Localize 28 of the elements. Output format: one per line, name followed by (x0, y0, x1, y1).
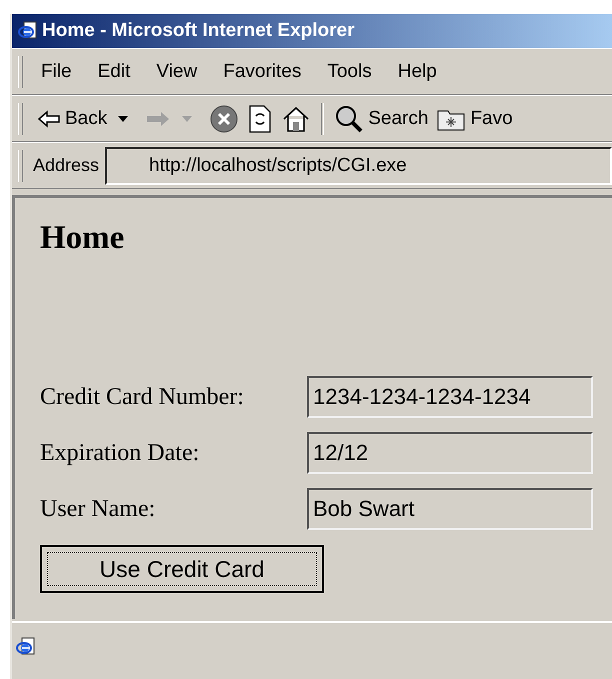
caret-icon[interactable] (117, 114, 130, 122)
menu-item[interactable]: Tools (319, 58, 380, 84)
menu-item[interactable]: Favorites (215, 58, 310, 84)
address-field[interactable]: http://localhost/scripts/CGI.exe (105, 146, 612, 184)
field-label: Expiration Date: (40, 440, 200, 466)
forward-arrow-icon (145, 110, 172, 128)
search-button[interactable]: Search (330, 102, 432, 136)
address-label: Address (33, 155, 100, 176)
menu-item[interactable]: File (33, 58, 80, 84)
stop-icon (209, 104, 240, 134)
input-field[interactable]: 12/12 (307, 432, 593, 474)
input-field[interactable]: 1234-1234-1234-1234 (307, 376, 593, 418)
refresh-icon (247, 104, 274, 134)
menu-item[interactable]: Edit (90, 58, 138, 84)
menu-item[interactable]: Help (390, 58, 445, 84)
app-icon (18, 21, 38, 41)
favorites-button[interactable]: Favo (432, 104, 517, 134)
field-label: User Name: (40, 496, 156, 522)
back-arrow-icon (37, 110, 61, 128)
page-heading: Home (40, 220, 126, 257)
field-label: Credit Card Number: (40, 384, 245, 410)
back-button[interactable]: Back (33, 106, 112, 132)
page-icon (16, 636, 36, 656)
menu-item[interactable]: View (148, 58, 206, 84)
search-icon (334, 104, 364, 134)
window-title: Home - Microsoft Internet Explorer (42, 20, 354, 42)
submit-button[interactable]: Use Credit Card (40, 545, 324, 593)
input-field[interactable]: Bob Swart (307, 488, 593, 530)
